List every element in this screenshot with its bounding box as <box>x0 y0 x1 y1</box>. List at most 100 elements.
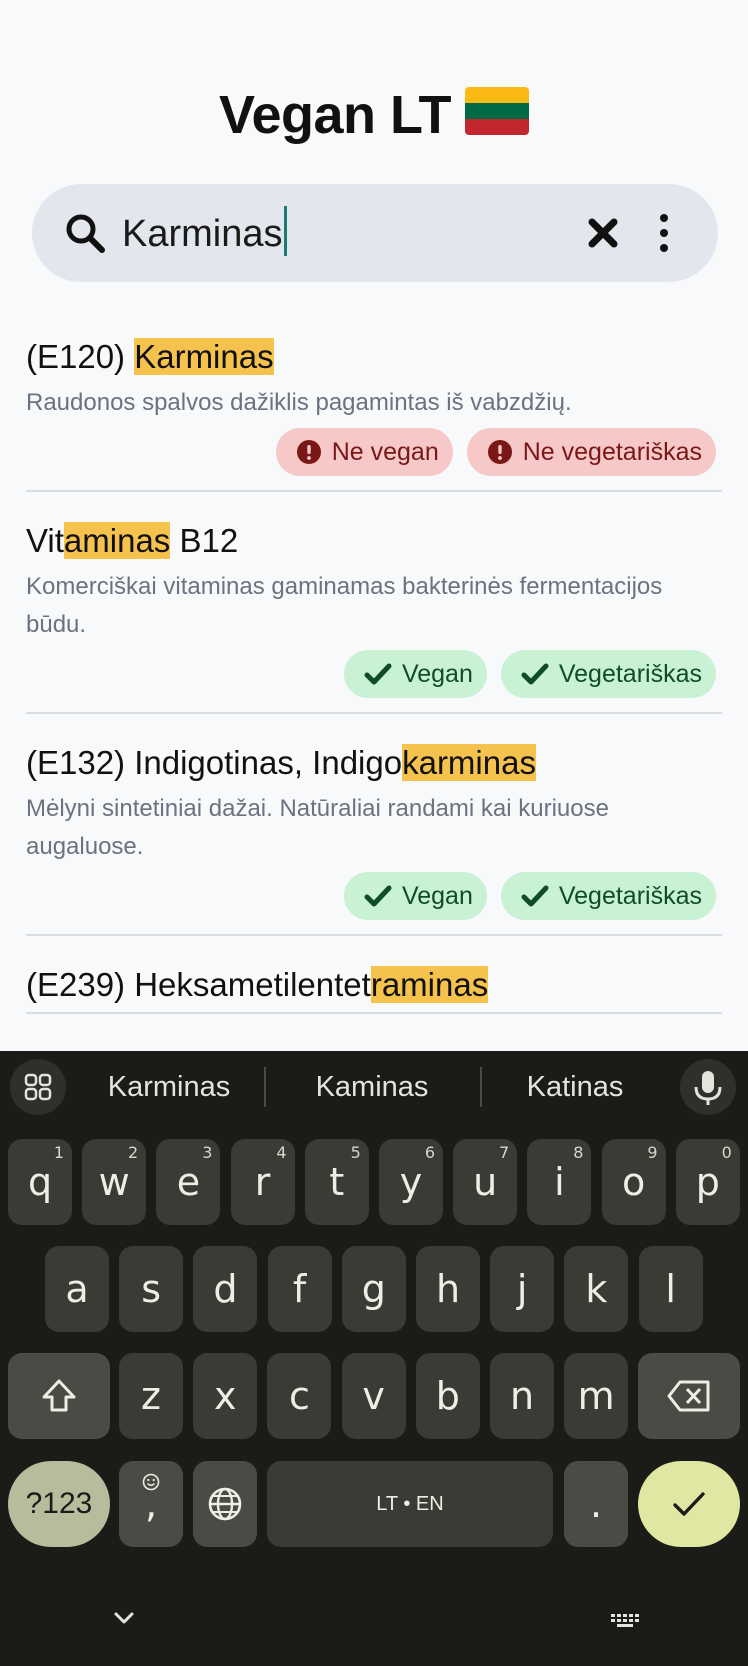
language-key[interactable] <box>193 1461 257 1547</box>
key-u[interactable]: u7 <box>453 1139 518 1225</box>
key-f[interactable]: f <box>267 1246 332 1332</box>
search-bar[interactable]: Karminas <box>32 184 718 282</box>
status-badge: Vegetariškas <box>500 650 716 698</box>
key-number-hint: 1 <box>53 1143 64 1162</box>
period-key-label: . <box>589 1482 603 1526</box>
status-badge: Ne vegan <box>275 428 453 476</box>
period-key[interactable]: . <box>564 1461 628 1547</box>
key-d[interactable]: d <box>193 1246 258 1332</box>
hide-keyboard-chevron-icon[interactable] <box>113 1611 135 1625</box>
microphone-icon[interactable] <box>680 1059 736 1115</box>
more-options-icon[interactable] <box>654 210 674 256</box>
search-input[interactable]: Karminas <box>122 206 287 260</box>
text-caret <box>283 206 287 256</box>
key-x[interactable]: x <box>193 1353 258 1439</box>
key-w[interactable]: w2 <box>82 1139 147 1225</box>
key-m[interactable]: m <box>564 1353 629 1439</box>
lithuania-flag-icon <box>465 87 530 135</box>
result-title: (E120) Karminas <box>26 330 722 384</box>
checkmark-icon <box>673 1492 705 1516</box>
key-n-label: n <box>509 1374 535 1418</box>
key-t[interactable]: t5 <box>304 1139 369 1225</box>
key-v[interactable]: v <box>341 1353 406 1439</box>
shift-key[interactable] <box>8 1353 110 1439</box>
key-b[interactable]: b <box>415 1353 480 1439</box>
key-o[interactable]: o9 <box>601 1139 666 1225</box>
key-r-label: r <box>254 1160 271 1204</box>
status-badges: Ne vegan Ne vegetariškas <box>26 422 722 490</box>
emoji-comma-key[interactable]: , <box>119 1461 183 1547</box>
key-z[interactable]: z <box>119 1353 183 1439</box>
key-q-label: q <box>27 1160 53 1204</box>
key-k-label: k <box>585 1267 608 1311</box>
suggestion-2[interactable]: Kaminas <box>280 1063 464 1111</box>
key-a[interactable]: a <box>45 1246 109 1332</box>
suggestion-1[interactable]: Karminas <box>82 1063 256 1111</box>
backspace-key[interactable] <box>638 1353 740 1439</box>
badge-label: Vegetariškas <box>558 659 702 688</box>
key-e[interactable]: e3 <box>156 1139 221 1225</box>
key-h[interactable]: h <box>416 1246 480 1332</box>
key-y[interactable]: y6 <box>379 1139 443 1225</box>
key-g[interactable]: g <box>341 1246 406 1332</box>
key-r[interactable]: r4 <box>230 1139 295 1225</box>
key-number-hint: 7 <box>499 1143 510 1162</box>
clear-icon[interactable] <box>584 214 622 252</box>
status-badges: Vegan Vegetariškas <box>26 866 722 934</box>
space-key[interactable]: LT • EN <box>267 1461 553 1547</box>
globe-icon <box>208 1487 242 1521</box>
result-item[interactable]: (E120) Karminas Raudonos spalvos dažiklis… <box>26 330 722 492</box>
key-l-label: l <box>665 1267 676 1311</box>
title-text: (E132) Indigotinas, Indigo <box>26 744 403 781</box>
result-title: Vitaminas B12 <box>26 514 722 568</box>
search-icon <box>66 214 105 253</box>
key-number-hint: 3 <box>202 1143 213 1162</box>
result-title: (E132) Indigotinas, Indigokarminas <box>26 736 722 790</box>
key-s[interactable]: s <box>119 1246 184 1332</box>
suggestion-divider <box>480 1067 482 1107</box>
key-z-label: z <box>141 1374 161 1418</box>
key-c[interactable]: c <box>267 1353 332 1439</box>
keyboard-switch-icon[interactable] <box>610 1614 640 1628</box>
title-text: (E120) <box>26 338 135 375</box>
key-d-label: d <box>213 1267 238 1311</box>
badge-label: Ne vegan <box>331 437 439 466</box>
on-screen-keyboard: Karminas Kaminas Katinas q1w2e3r4t5y6u7i… <box>0 1051 748 1666</box>
key-number-hint: 5 <box>350 1143 361 1162</box>
emoji-icon <box>142 1473 160 1491</box>
suggestion-3[interactable]: Katinas <box>490 1063 660 1111</box>
key-v-label: v <box>362 1374 385 1418</box>
key-l[interactable]: l <box>638 1246 703 1332</box>
shift-icon <box>42 1379 76 1412</box>
title-match-highlight: karminas <box>402 744 536 781</box>
key-i-label: i <box>554 1160 565 1204</box>
keyboard-apps-icon[interactable] <box>10 1059 66 1115</box>
result-item[interactable]: (E132) Indigotinas, Indigokarminas Mėlyni… <box>26 714 722 936</box>
key-i[interactable]: i8 <box>527 1139 592 1225</box>
symbols-key[interactable]: ?123 <box>8 1461 110 1547</box>
symbols-key-label: ?123 <box>25 1487 93 1520</box>
key-q[interactable]: q1 <box>8 1139 72 1225</box>
search-input-value: Karminas <box>122 213 283 255</box>
key-n[interactable]: n <box>490 1353 554 1439</box>
enter-key[interactable] <box>638 1461 740 1547</box>
key-p[interactable]: p0 <box>675 1139 740 1225</box>
result-item[interactable]: Vitaminas B12 Komerciškai vitaminas gamin… <box>26 492 722 714</box>
key-number-hint: 0 <box>721 1143 732 1162</box>
check-icon <box>364 663 392 685</box>
space-key-label: LT • EN <box>376 1492 444 1515</box>
key-g-label: g <box>361 1267 386 1311</box>
result-item[interactable]: (E239) Heksametilentetraminas <box>26 936 722 1014</box>
status-badge: Vegan <box>343 650 487 698</box>
badge-label: Ne vegetariškas <box>522 437 702 466</box>
app-title: Vegan LT <box>0 84 748 146</box>
key-j[interactable]: j <box>490 1246 555 1332</box>
key-f-label: f <box>292 1267 307 1311</box>
result-title: (E239) Heksametilentetraminas <box>26 958 722 1012</box>
key-k[interactable]: k <box>564 1246 629 1332</box>
key-t-label: t <box>329 1160 345 1204</box>
key-h-label: h <box>435 1267 461 1311</box>
key-number-hint: 8 <box>573 1143 584 1162</box>
backspace-icon <box>667 1380 710 1412</box>
badge-label: Vegan <box>401 881 473 910</box>
